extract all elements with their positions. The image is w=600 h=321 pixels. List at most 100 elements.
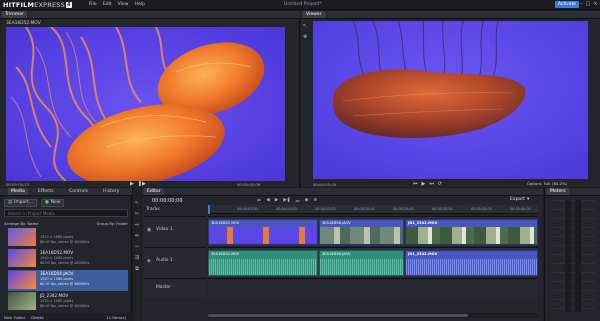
video-clip[interactable]: 3EA16D56.JAOV bbox=[319, 219, 404, 245]
viewer-video-frame[interactable] bbox=[313, 21, 588, 179]
search-bar[interactable] bbox=[4, 209, 128, 217]
tab-meters[interactable]: Meters bbox=[547, 188, 569, 195]
eye-icon[interactable]: ◉ bbox=[147, 227, 151, 233]
list-item[interactable]: JD_2342.MOV 1920 × 1080 pixels 60.00 fps… bbox=[8, 292, 128, 312]
audio-clip[interactable]: 3EA16D56.JAOV bbox=[319, 250, 404, 276]
tracks-header-label: Tracks bbox=[146, 207, 160, 212]
pan-tool-icon[interactable]: ✥ bbox=[303, 34, 307, 40]
tab-editor[interactable]: Editor bbox=[144, 188, 164, 195]
search-input[interactable] bbox=[5, 210, 127, 216]
video-clip[interactable]: 3EA16D52.MOV bbox=[208, 219, 318, 245]
media-item-info: 60.00 fps, stereo @ 48000Hz bbox=[40, 240, 90, 244]
new-button[interactable]: ● New bbox=[40, 199, 65, 207]
activate-button[interactable]: Activate bbox=[555, 1, 579, 8]
rate-stretch-tool-icon[interactable]: ⇶ bbox=[135, 255, 139, 261]
tab-viewer[interactable]: Viewer bbox=[303, 11, 325, 18]
arrange-by-dropdown[interactable]: Arrange By: Name bbox=[4, 221, 39, 226]
media-item-name: JD_2342.MOV bbox=[40, 293, 69, 298]
video-track-label: Video 1 bbox=[156, 227, 173, 232]
tab-media[interactable]: Media bbox=[8, 188, 28, 195]
maximize-icon[interactable]: □ bbox=[586, 1, 591, 7]
import-button[interactable]: ▤ Import... bbox=[4, 199, 37, 207]
audio-clip[interactable]: 3EA16D52.MOV bbox=[208, 250, 318, 276]
main-menu: File Edit View Help bbox=[89, 2, 145, 7]
jellyfish-image-viewer bbox=[313, 21, 588, 179]
audio-track-lane[interactable]: 3EA16D52.MOV 3EA16D56.JAOV JD1_2342.MOV bbox=[208, 247, 538, 277]
minimize-icon[interactable]: – bbox=[580, 1, 583, 7]
close-icon[interactable]: × bbox=[593, 1, 597, 7]
editor-timecode: 00:00:00;00 bbox=[152, 198, 183, 204]
pointer-tool-icon[interactable]: ↖ bbox=[303, 23, 307, 29]
export-icon: ▾ bbox=[527, 197, 530, 202]
editor-header: Editor bbox=[142, 188, 543, 196]
group-by-dropdown[interactable]: Group By: Folder bbox=[96, 221, 128, 226]
snap-icon[interactable]: ⧉ bbox=[135, 266, 139, 272]
ruler-tick: 00:00:05;00 bbox=[237, 207, 258, 211]
menu-help[interactable]: Help bbox=[135, 2, 145, 7]
tab-controls[interactable]: Controls bbox=[66, 188, 91, 195]
video-clip[interactable]: JD1_2342.MOV bbox=[405, 219, 538, 245]
editor-transport: ⏮ ◀ ▶ ▶❚ ⏭ ◆ ⊕ bbox=[257, 198, 317, 204]
export-button[interactable]: Export ▾ bbox=[510, 197, 529, 202]
speaker-icon[interactable]: ◈ bbox=[147, 258, 151, 264]
options-dropdown[interactable]: Options bbox=[527, 181, 542, 186]
new-icon: ● bbox=[44, 200, 49, 205]
viewer-toolbar: ↖ ✥ bbox=[303, 23, 307, 40]
slip-tool-icon[interactable]: ⇔ bbox=[135, 222, 139, 228]
audio-clip[interactable]: JD1_2342.MOV bbox=[405, 250, 538, 276]
editor-tools: ↖ ✂ ⇔ ⇹ ⇿ ⇶ ⧉ bbox=[133, 188, 141, 321]
go-to-end-icon[interactable]: ⏭ bbox=[296, 198, 300, 204]
new-label: New bbox=[50, 200, 61, 205]
trimmer-playback-controls: ▶ ❚▶ bbox=[130, 181, 146, 187]
media-footer: New Folder Delete 11 Item(s) bbox=[0, 313, 132, 321]
viewer-timecode: 00:00:05;00 bbox=[313, 182, 337, 187]
viewer-resolution[interactable]: (84.2%) bbox=[552, 181, 567, 186]
delete-button[interactable]: Delete bbox=[31, 315, 43, 320]
app-logo: HITFILM EXPRESS 4 bbox=[3, 1, 72, 9]
video-track-lane[interactable]: 3EA16D52.MOV 3EA16D56.JAOV JD1_2342.MOV bbox=[208, 216, 538, 246]
menu-file[interactable]: File bbox=[89, 2, 97, 7]
scrollbar-thumb[interactable] bbox=[208, 314, 468, 317]
tab-history[interactable]: History bbox=[100, 188, 122, 195]
slice-tool-icon[interactable]: ✂ bbox=[135, 211, 139, 217]
list-item-selected[interactable]: 3EA16D56.JAOV 1920 × 1080 pixels 60.00 f… bbox=[8, 270, 128, 291]
trimmer-video-frame[interactable] bbox=[6, 27, 285, 181]
loop-icon[interactable]: ⟳ bbox=[438, 181, 442, 187]
list-item[interactable]: 1920 × 1080 pixels 60.00 fps, stereo @ 4… bbox=[8, 228, 128, 248]
go-to-end-icon[interactable]: ⏭ bbox=[429, 181, 434, 187]
add-marker-icon[interactable]: ◆ bbox=[305, 198, 309, 204]
media-item-name: 3EA16D52.MOV bbox=[40, 250, 74, 255]
media-item-info: 1920 × 1080 pixels bbox=[40, 235, 74, 239]
ruler-tick: 00:00:10;00 bbox=[276, 207, 297, 211]
go-to-start-icon[interactable]: ⏮ bbox=[257, 198, 261, 204]
audio-track-header: ◈ Audio 1 bbox=[144, 247, 206, 277]
step-forward-icon[interactable]: ▶❚ bbox=[283, 198, 290, 204]
go-to-start-icon[interactable]: ⏮ bbox=[413, 181, 418, 187]
tab-effects[interactable]: Effects bbox=[35, 188, 57, 195]
media-list: 1920 × 1080 pixels 60.00 fps, stereo @ 4… bbox=[8, 228, 128, 313]
timeline-ruler[interactable]: 00:00:05;00 00:00:10;00 00:00:15;00 00:0… bbox=[208, 205, 538, 214]
ruler-tick: 00:00:30;00 bbox=[432, 207, 453, 211]
play-icon[interactable]: ▶ bbox=[275, 198, 279, 204]
roll-tool-icon[interactable]: ⇿ bbox=[135, 244, 139, 250]
media-item-info: 1920 × 1080 pixels bbox=[40, 256, 74, 260]
media-thumbnail bbox=[8, 292, 36, 310]
ripple-tool-icon[interactable]: ⇹ bbox=[135, 233, 139, 239]
import-icon: ▤ bbox=[8, 200, 13, 205]
zoom-icon[interactable]: ⊕ bbox=[313, 198, 317, 204]
media-item-info: 1920 × 1080 pixels bbox=[40, 277, 74, 281]
menu-edit[interactable]: Edit bbox=[103, 2, 112, 7]
tab-trimmer[interactable]: Trimmer bbox=[2, 11, 27, 18]
viewer-view-mode[interactable]: Full bbox=[544, 181, 551, 186]
master-label: Master bbox=[156, 285, 171, 290]
new-folder-button[interactable]: New Folder bbox=[4, 315, 25, 320]
list-item[interactable]: 3EA16D52.MOV 1920 × 1080 pixels 60.00 fp… bbox=[8, 249, 128, 269]
play-icon[interactable]: ▶ bbox=[422, 181, 426, 187]
step-forward-icon[interactable]: ❚▶ bbox=[138, 181, 146, 187]
playhead[interactable] bbox=[208, 205, 210, 214]
timeline-scrollbar[interactable] bbox=[208, 313, 538, 318]
play-icon[interactable]: ▶ bbox=[130, 181, 134, 187]
selection-tool-icon[interactable]: ↖ bbox=[135, 200, 139, 206]
menu-view[interactable]: View bbox=[118, 2, 129, 7]
step-back-icon[interactable]: ◀ bbox=[266, 198, 270, 204]
